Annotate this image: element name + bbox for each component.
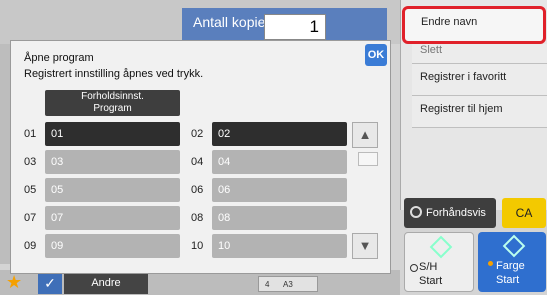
condition-label-line2: Program [93, 103, 132, 114]
program-slot-01[interactable]: 01 [45, 122, 180, 146]
register-favorite-button[interactable]: Registrer i favoritt [412, 64, 547, 96]
color-start-button[interactable]: Farge Start [478, 232, 546, 292]
program-number: 07 [24, 212, 37, 224]
paper-info: 4 A3 [258, 276, 318, 292]
magnifier-icon [410, 206, 422, 218]
program-number: 01 [24, 128, 37, 140]
program-number: 10 [191, 240, 204, 252]
program-slot-04[interactable]: 04 [212, 150, 347, 174]
scroll-down-icon[interactable]: ▼ [352, 233, 378, 259]
program-slot-06[interactable]: 06 [212, 178, 347, 202]
paper-size: A3 [283, 280, 293, 289]
delete-button[interactable]: Slett [412, 44, 547, 64]
program-number: 08 [191, 212, 204, 224]
program-number: 04 [191, 156, 204, 168]
copies-label: Antall kopier [193, 14, 271, 30]
bw-start-button[interactable]: S/H Start [404, 232, 474, 292]
register-home-button[interactable]: Registrer til hjem [412, 96, 547, 128]
program-slot-05[interactable]: 05 [45, 178, 180, 202]
clear-all-button[interactable]: CA [502, 198, 546, 228]
program-slot-08[interactable]: 08 [212, 206, 347, 230]
program-slot-07[interactable]: 07 [45, 206, 180, 230]
ok-button[interactable]: OK [365, 44, 387, 66]
rename-button[interactable]: Endre navn [402, 6, 546, 44]
star-icon[interactable]: ★ [6, 273, 26, 293]
program-number: 02 [191, 128, 204, 140]
color-label: Farge [496, 260, 525, 272]
bw-start-label: Start [419, 275, 443, 287]
start-diamond-icon [502, 234, 526, 258]
color-start-label: Start [496, 274, 520, 286]
program-number: 03 [24, 156, 37, 168]
program-slot-10[interactable]: 10 [212, 234, 347, 258]
program-slot-03[interactable]: 03 [45, 150, 180, 174]
others-button[interactable]: Andre [64, 272, 148, 294]
condition-label-line1: Forholdsinnst. [81, 91, 144, 102]
program-number: 05 [24, 184, 37, 196]
check-icon[interactable]: ✓ [38, 272, 62, 294]
dialog-title: Åpne program [24, 52, 94, 64]
dialog-subtitle: Registrert innstilling åpnes ved trykk. [24, 68, 204, 80]
paper-tray-number: 4 [265, 280, 270, 289]
preview-label: Forhåndsvis [426, 207, 486, 219]
color-indicator-icon [488, 261, 493, 266]
program-slot-09[interactable]: 09 [45, 234, 180, 258]
scrollbar-thumb[interactable] [358, 152, 378, 166]
indicator-dot-icon [410, 264, 418, 272]
condition-program-button[interactable]: Forholdsinnst. Program [45, 90, 180, 116]
bw-label: S/H [419, 261, 438, 273]
program-number: 09 [24, 240, 37, 252]
start-diamond-icon [429, 235, 453, 259]
program-slot-02[interactable]: 02 [212, 122, 347, 146]
program-number: 06 [191, 184, 204, 196]
scroll-up-icon[interactable]: ▲ [352, 122, 378, 148]
copies-input[interactable]: 1 [264, 14, 326, 40]
